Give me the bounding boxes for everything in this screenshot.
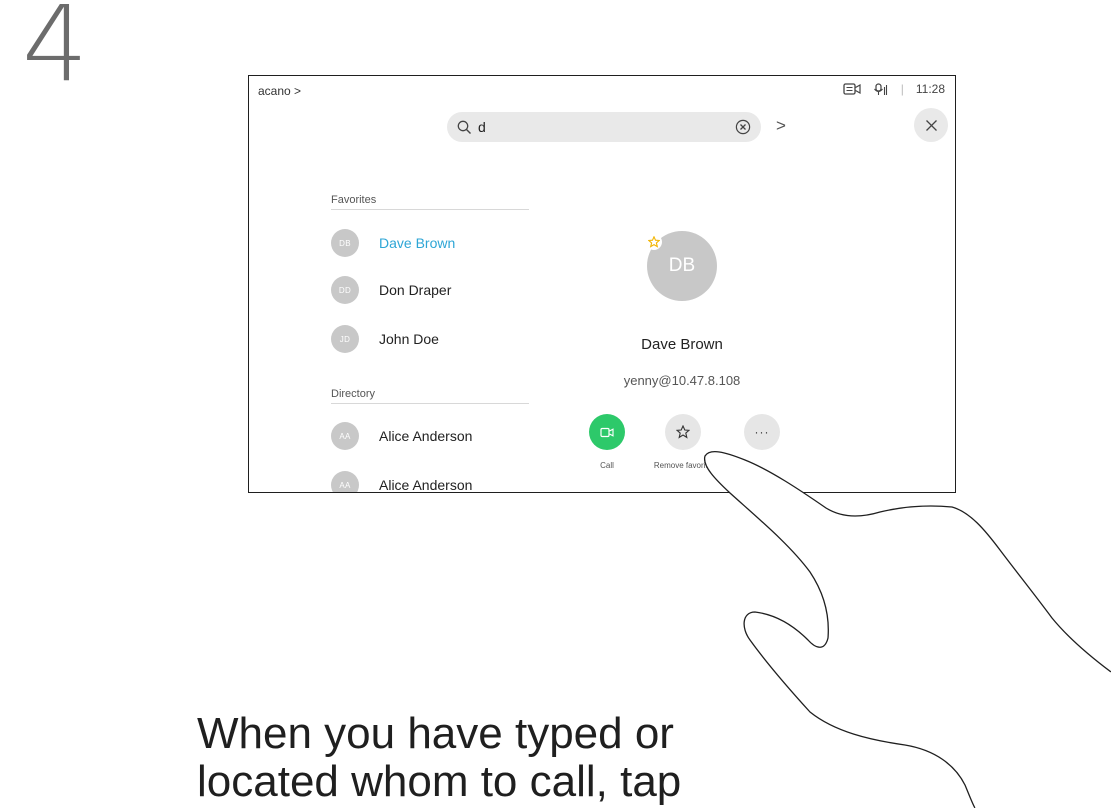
instruction-line-1: When you have typed or (197, 709, 674, 758)
pointing-hand-illustration (703, 450, 1111, 808)
instruction-text: When you have typed or located whom to c… (197, 710, 681, 806)
instruction-line-2: located whom to call, tap (197, 757, 682, 806)
